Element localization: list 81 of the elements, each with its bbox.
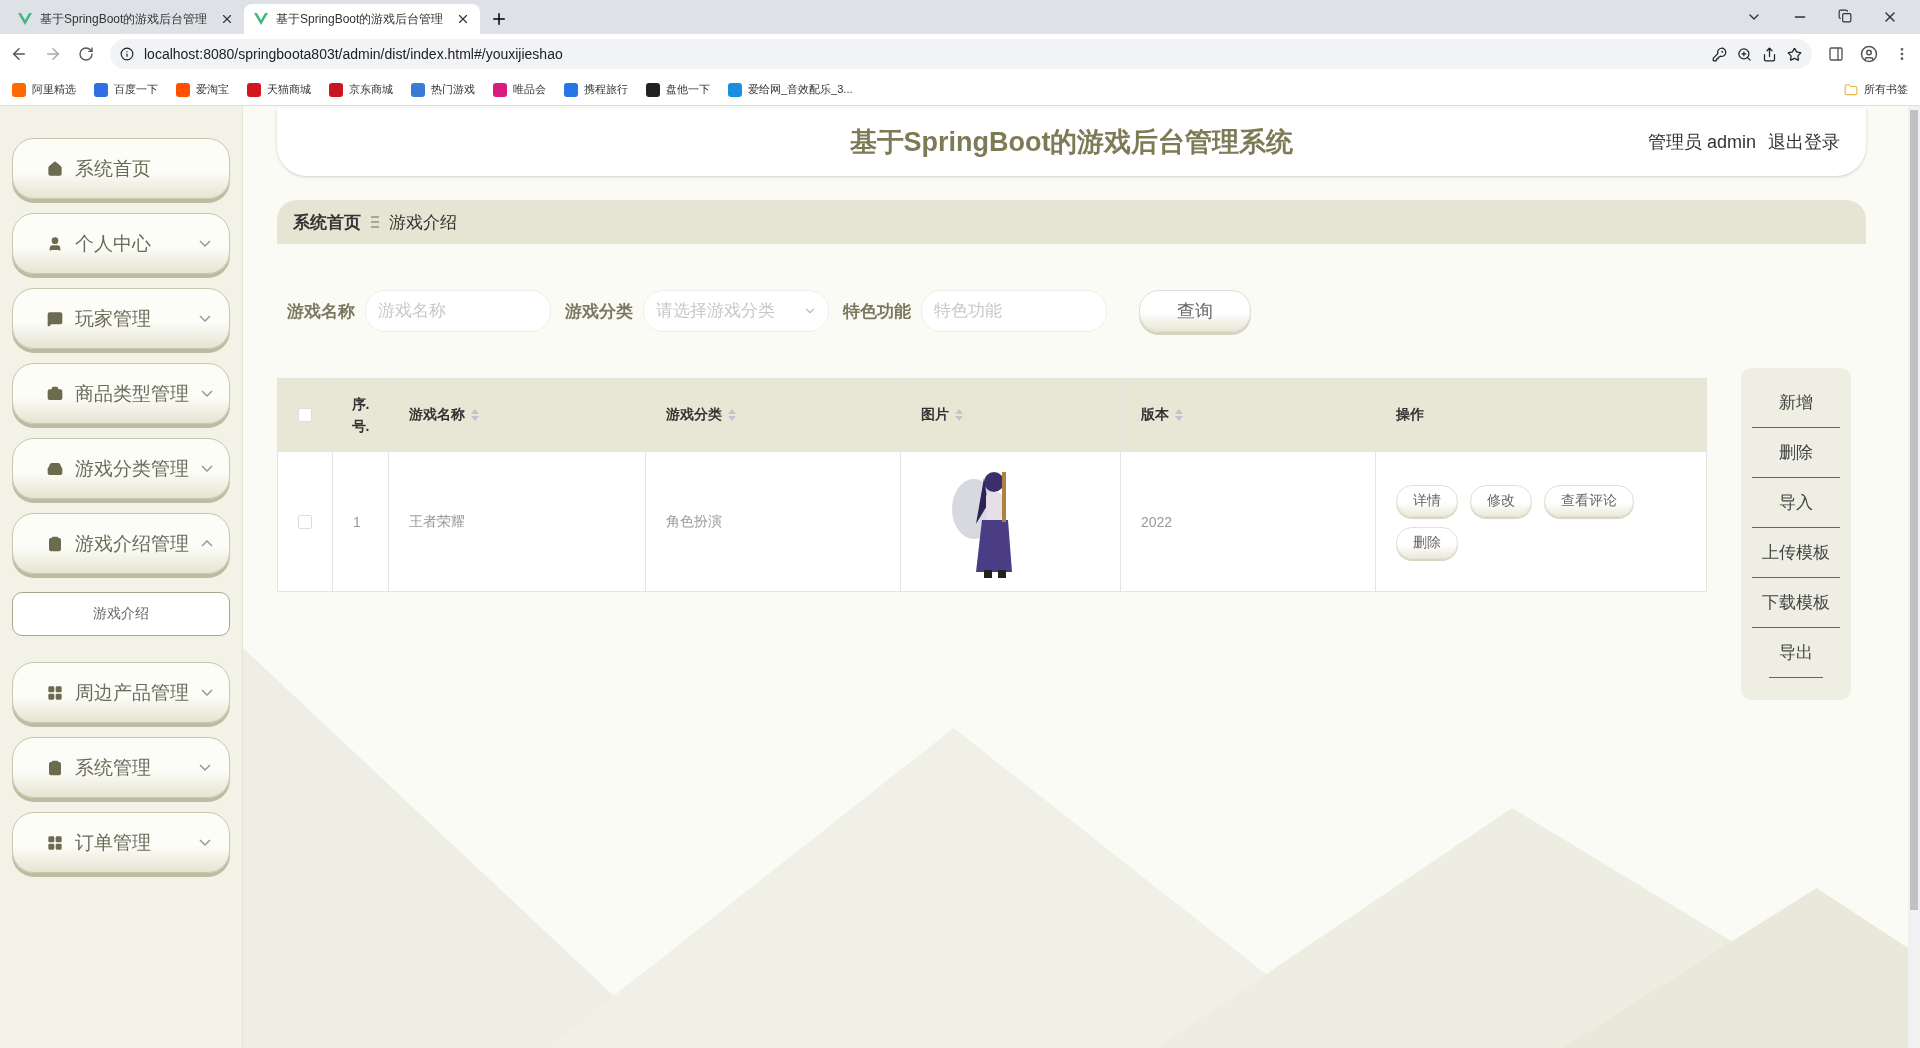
clipboard-icon <box>47 535 63 552</box>
table-cell: 王者荣耀 <box>409 512 465 531</box>
toolbar-button[interactable]: 上传模板 <box>1752 528 1840 578</box>
browser-tab[interactable]: 基于SpringBoot的游戏后台管理 <box>8 4 244 34</box>
info-icon[interactable] <box>120 47 134 61</box>
column-header[interactable]: 游戏名称 <box>409 406 465 424</box>
key-icon[interactable] <box>1712 46 1727 62</box>
scrollbar[interactable] <box>1908 106 1920 1048</box>
bookmark[interactable]: 阿里精选 <box>12 82 76 97</box>
table-cell: 1 <box>353 513 361 530</box>
close-icon[interactable] <box>456 12 470 26</box>
checkbox[interactable] <box>298 408 312 422</box>
chevron-down-icon <box>201 689 213 696</box>
bookmark[interactable]: 百度一下 <box>94 82 158 97</box>
vue-logo-icon <box>254 13 268 25</box>
toolbar-button[interactable]: 新增 <box>1752 378 1840 428</box>
chat-icon <box>47 310 63 327</box>
table-cell: 角色扮演 <box>666 512 722 531</box>
page-title: 基于SpringBoot的游戏后台管理系统 <box>849 126 1294 159</box>
chevron-down-icon <box>199 839 211 846</box>
zoom-icon[interactable] <box>1737 46 1752 62</box>
browser-tab[interactable]: 基于SpringBoot的游戏后台管理 <box>244 4 480 34</box>
chevron-down-icon <box>199 240 211 247</box>
bookmark[interactable]: 京东商城 <box>329 82 393 97</box>
new-tab-icon[interactable] <box>490 10 508 28</box>
close-icon[interactable] <box>220 12 234 26</box>
column-header[interactable]: 游戏分类 <box>666 406 722 424</box>
toolbar-button[interactable]: 导入 <box>1752 478 1840 528</box>
profile-icon[interactable] <box>1860 45 1878 63</box>
user-name: 管理员 admin <box>1647 131 1756 154</box>
share-icon[interactable] <box>1762 46 1777 62</box>
chevron-down-icon <box>201 465 213 472</box>
bookmark[interactable]: 爱给网_音效配乐_3... <box>728 82 853 97</box>
action-button[interactable]: 查看评论 <box>1544 484 1634 517</box>
action-button[interactable]: 删除 <box>1396 526 1458 559</box>
toolbar-button[interactable]: 导出 <box>1769 628 1823 678</box>
chevron-up-icon <box>201 540 213 547</box>
search-button[interactable]: 查询 <box>1139 290 1251 332</box>
side-panel-icon[interactable] <box>1828 46 1844 62</box>
bookmark[interactable]: 热门游戏 <box>411 82 475 97</box>
field-label: 游戏名称 <box>287 300 355 323</box>
chevron-down-icon <box>201 390 213 397</box>
restore-icon[interactable] <box>1838 9 1852 23</box>
address-bar[interactable]: localhost:8080/springboota803t/admin/dist/index.html#/youxijieshao <box>110 39 1812 69</box>
chevron-down-icon <box>199 315 211 322</box>
action-button[interactable]: 详情 <box>1396 484 1458 517</box>
table-cell: 2022 <box>1141 513 1173 530</box>
home-icon <box>47 160 63 177</box>
sidebar-subitem[interactable]: 游戏介绍 <box>12 592 230 636</box>
bookmark[interactable]: 盘他一下 <box>646 82 710 97</box>
breadcrumb-item[interactable]: 系统首页 <box>293 210 361 234</box>
tray-icon <box>47 460 63 477</box>
vue-logo-icon <box>18 13 32 25</box>
chevron-down-icon <box>199 764 211 771</box>
folder-icon <box>1844 82 1858 97</box>
reload-icon[interactable] <box>78 46 94 62</box>
checkbox[interactable] <box>298 514 312 529</box>
logout-link[interactable]: 退出登录 <box>1768 130 1840 154</box>
grid-icon <box>47 834 63 851</box>
field-label: 特色功能 <box>843 300 911 323</box>
column-header[interactable]: 图片 <box>921 406 949 424</box>
breadcrumb-item: 游戏介绍 <box>389 211 457 234</box>
bookmark[interactable]: 天猫商城 <box>247 82 311 97</box>
grid-icon <box>47 684 63 701</box>
bookmarks-folder[interactable]: 所有书签 <box>1844 82 1908 97</box>
separator-icon <box>371 216 379 228</box>
toolbar-button[interactable]: 删除 <box>1752 428 1840 478</box>
bookmark[interactable]: 携程旅行 <box>564 82 628 97</box>
url-text: localhost:8080/springboota803t/admin/dist/index.html#/youxijieshao <box>144 46 564 62</box>
back-icon[interactable] <box>10 45 28 63</box>
action-button[interactable]: 修改 <box>1470 484 1532 517</box>
star-icon[interactable] <box>1787 46 1802 62</box>
bookmark[interactable]: 爱淘宝 <box>176 82 229 97</box>
column-header[interactable]: 版本 <box>1141 406 1169 424</box>
person-icon <box>47 235 63 252</box>
column-header: 序.号. <box>350 394 371 436</box>
column-header: 操作 <box>1396 406 1424 424</box>
toolbar-button[interactable]: 下载模板 <box>1752 578 1840 628</box>
bookmark[interactable]: 唯品会 <box>493 82 546 97</box>
field-label: 游戏分类 <box>565 300 633 323</box>
briefcase-icon <box>47 385 63 402</box>
